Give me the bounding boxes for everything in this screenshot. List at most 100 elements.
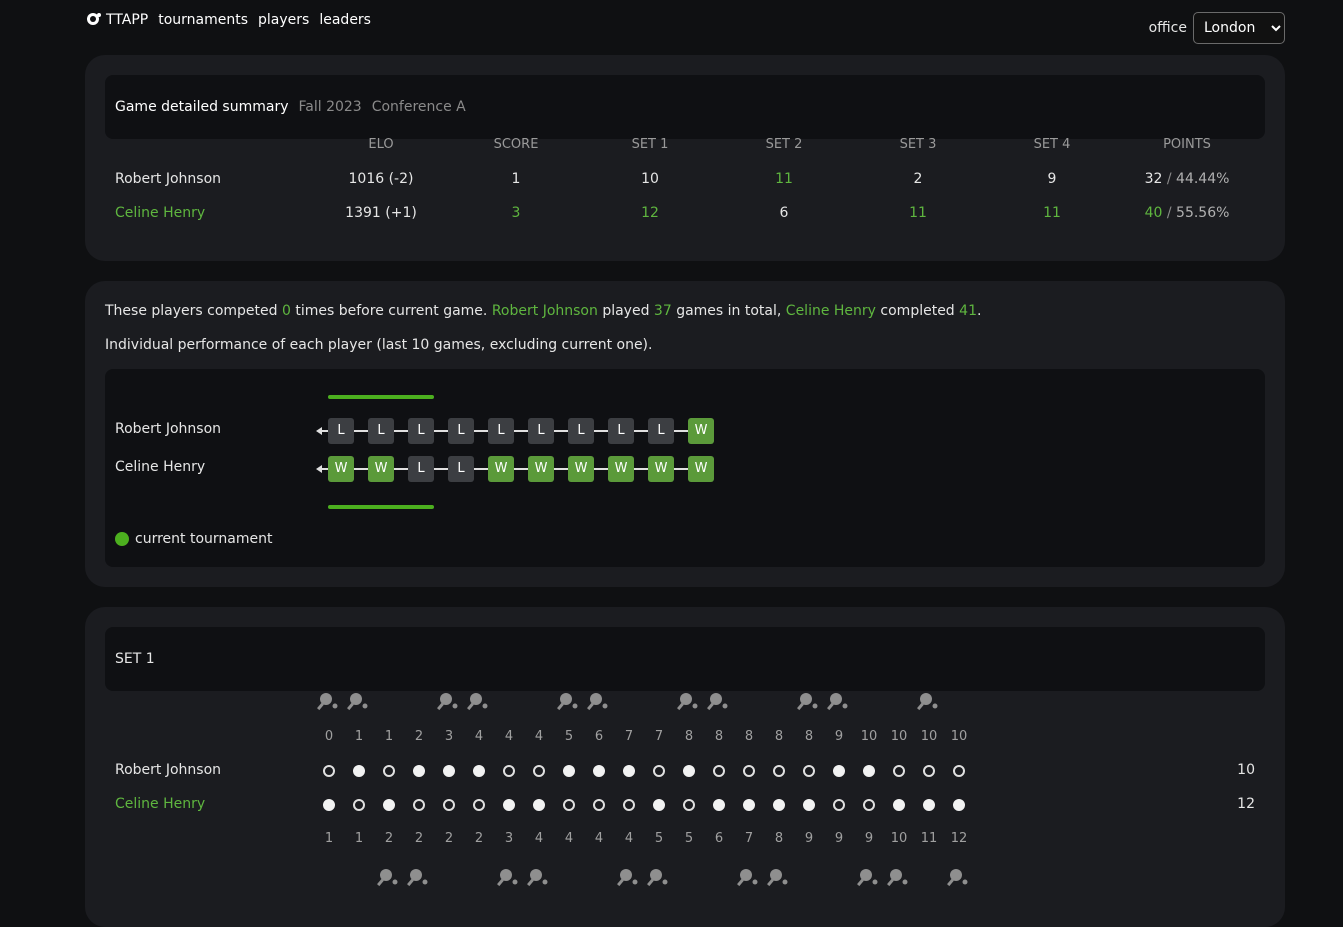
col-set1: SET 1: [631, 137, 669, 152]
history-text-6: .: [976, 303, 982, 319]
point-won-dot: [563, 765, 575, 777]
current-tournament-bar: [328, 395, 434, 399]
result-badge[interactable]: W: [328, 456, 354, 482]
player1-points-value: 32: [1144, 171, 1163, 187]
season-label: Fall 2023: [298, 99, 362, 115]
summary-header: Game detailed summary Fall 2023 Conferen…: [105, 75, 1265, 139]
result-badge[interactable]: L: [328, 418, 354, 444]
office-select[interactable]: London: [1193, 12, 1285, 44]
p1-running-score: 8: [804, 729, 814, 744]
p2-running-score: 6: [714, 831, 724, 846]
result-badge[interactable]: L: [648, 418, 674, 444]
result-badge[interactable]: L: [408, 456, 434, 482]
serve-paddle-icon: [797, 693, 818, 711]
p1-running-score: 8: [774, 729, 784, 744]
perf-player-name[interactable]: Celine Henry: [115, 459, 205, 475]
office-selector: office London: [1149, 12, 1285, 44]
result-badge[interactable]: W: [528, 456, 554, 482]
player1-set4: 9: [1047, 171, 1057, 187]
result-badge[interactable]: W: [368, 456, 394, 482]
top-nav: TTAPP tournaments players leaders: [86, 12, 371, 28]
p1-running-score: 10: [950, 729, 968, 744]
history-text-1: These players competed: [105, 303, 282, 319]
result-badge[interactable]: W: [488, 456, 514, 482]
point-lost-dot: [743, 765, 755, 777]
p1-running-score: 10: [890, 729, 908, 744]
point-won-dot: [863, 765, 875, 777]
point-lost-dot: [503, 765, 515, 777]
p1-running-score: 8: [744, 729, 754, 744]
result-badge[interactable]: L: [368, 418, 394, 444]
p1-running-score: 8: [714, 729, 724, 744]
p2-running-score: 4: [594, 831, 604, 846]
result-badge[interactable]: W: [608, 456, 634, 482]
nav-link-players[interactable]: players: [258, 12, 309, 28]
serve-paddle-icon: [677, 693, 698, 711]
result-badge[interactable]: W: [648, 456, 674, 482]
legend-label: current tournament: [135, 531, 273, 547]
nav-link-tournaments[interactable]: tournaments: [158, 12, 248, 28]
p2-running-score: 9: [864, 831, 874, 846]
result-badge[interactable]: L: [568, 418, 594, 444]
point-won-dot: [593, 765, 605, 777]
player2-elo: 1391 (+1): [345, 205, 417, 221]
result-badge[interactable]: L: [608, 418, 634, 444]
serve-paddle-icon: [617, 869, 638, 887]
result-badge[interactable]: W: [688, 418, 714, 444]
player1-points: 32 / 44.44%: [1144, 171, 1230, 187]
point-lost-dot: [893, 765, 905, 777]
result-badge[interactable]: L: [488, 418, 514, 444]
p2-running-score: 4: [534, 831, 544, 846]
serve-paddle-icon: [917, 693, 938, 711]
p2-running-score: 2: [414, 831, 424, 846]
p2-running-score: 7: [744, 831, 754, 846]
point-won-dot: [413, 765, 425, 777]
point-lost-dot: [803, 765, 815, 777]
col-elo: ELO: [368, 137, 394, 152]
player2-total-games: 41: [959, 303, 977, 319]
p2-running-score: 1: [324, 831, 334, 846]
history-text-2: times before current game.: [290, 303, 492, 319]
history-player2-link[interactable]: Celine Henry: [786, 303, 876, 319]
perf-player-name[interactable]: Robert Johnson: [115, 421, 221, 437]
nav-link-leaders[interactable]: leaders: [319, 12, 371, 28]
point-won-dot: [623, 765, 635, 777]
serve-paddle-icon: [527, 869, 548, 887]
player2-points-value: 40: [1144, 205, 1163, 221]
arrow-left-icon: [316, 465, 322, 473]
player1-total-games: 37: [653, 303, 672, 319]
point-lost-dot: [413, 799, 425, 811]
player2-percent: 55.56%: [1176, 205, 1230, 221]
point-lost-dot: [323, 765, 335, 777]
history-player1-link[interactable]: Robert Johnson: [492, 303, 598, 319]
serve-paddle-icon: [497, 869, 518, 887]
result-badge[interactable]: W: [688, 456, 714, 482]
set1-player2-name[interactable]: Celine Henry: [115, 796, 205, 812]
result-badge[interactable]: L: [448, 418, 474, 444]
brand[interactable]: TTAPP: [86, 12, 148, 28]
result-badge[interactable]: L: [528, 418, 554, 444]
result-badge[interactable]: L: [448, 456, 474, 482]
serve-paddle-icon: [317, 693, 338, 711]
p1-running-score: 10: [860, 729, 878, 744]
point-lost-dot: [383, 765, 395, 777]
result-badge[interactable]: L: [408, 418, 434, 444]
set1-player1-total: 10: [1237, 762, 1255, 778]
col-points: POINTS: [1163, 137, 1211, 152]
p2-running-score: 2: [444, 831, 454, 846]
point-won-dot: [743, 799, 755, 811]
result-badge[interactable]: W: [568, 456, 594, 482]
p1-running-score: 1: [354, 729, 364, 744]
point-won-dot: [833, 765, 845, 777]
p1-running-score: 6: [594, 729, 604, 744]
player1-elo: 1016 (-2): [348, 171, 414, 187]
p2-running-score: 2: [474, 831, 484, 846]
player1-name[interactable]: Robert Johnson: [115, 167, 315, 191]
set1-player1-name[interactable]: Robert Johnson: [115, 762, 221, 778]
p2-running-score: 12: [950, 831, 968, 846]
set1-panel: SET 1 Robert Johnson Celine Henry 10 12 …: [85, 607, 1285, 927]
player1-set2: 11: [775, 171, 793, 187]
point-won-dot: [353, 765, 365, 777]
player2-name[interactable]: Celine Henry: [115, 201, 315, 225]
player2-set2: 6: [779, 205, 789, 221]
